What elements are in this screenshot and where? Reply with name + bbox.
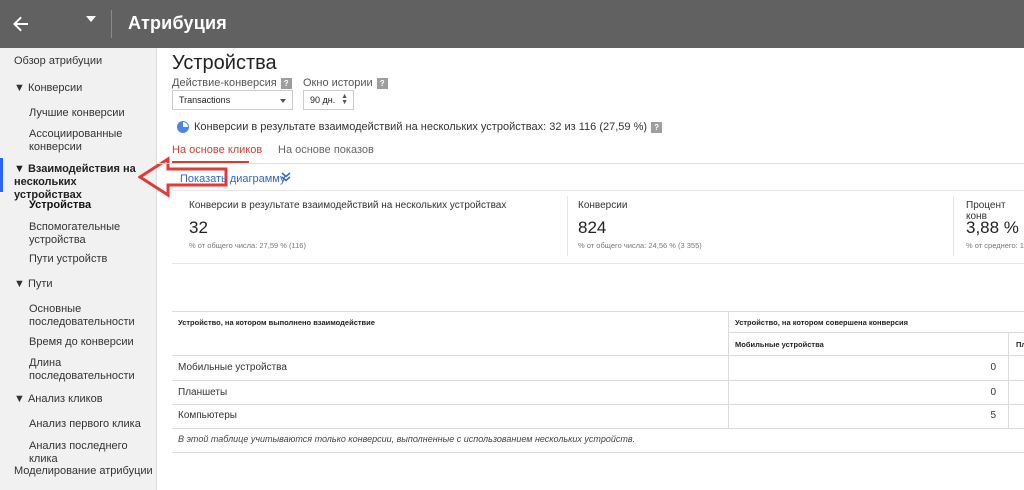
table-header-interaction-device: Устройство, на котором выполнено взаимод… <box>178 318 375 327</box>
arrow-left-icon[interactable] <box>10 13 32 35</box>
table-rule <box>172 428 1024 429</box>
conversion-action-label: Действие-конверсия? <box>172 77 292 89</box>
sidebar-item-top-paths[interactable]: Основные последовательности <box>29 303 151 329</box>
topbar-divider <box>111 10 112 38</box>
sidebar-item-path-length[interactable]: Длина последовательности <box>29 357 151 383</box>
tab-impressions[interactable]: На основе показов <box>278 144 374 156</box>
table-cell-value: 5 <box>990 410 996 421</box>
lookback-window-label: Окно истории? <box>303 77 388 89</box>
chevron-down-icon <box>280 99 286 103</box>
sidebar-item-overview[interactable]: Обзор атрибуции <box>14 55 102 68</box>
sidebar-item-first-click[interactable]: Анализ первого клика <box>29 418 151 431</box>
sidebar-item-assisted-conversions[interactable]: Ассоциированные конверсии <box>29 128 151 154</box>
table-rule <box>172 380 1024 381</box>
sidebar-item-devices[interactable]: Устройства <box>29 199 151 212</box>
sidebar-item-time-lag[interactable]: Время до конверсии <box>29 336 151 349</box>
metric-label: Конверсии в результате взаимодействий на… <box>189 200 507 211</box>
tab-clicks[interactable]: На основе кликов <box>172 144 262 156</box>
sidebar-item-top-conversions[interactable]: Лучшие конверсии <box>29 107 151 120</box>
show-chart-link[interactable]: Показать диаграмму <box>180 173 286 185</box>
metric-subtext: % от общего числа: 24,56 % (3 355) <box>578 241 702 250</box>
sidebar-item-device-paths[interactable]: Пути устройств <box>29 253 151 266</box>
table-row-label: Планшеты <box>178 387 228 398</box>
table-subheader-mobile: Мобильные устройства <box>735 340 824 349</box>
conversion-action-select[interactable]: Transactions <box>172 90 293 110</box>
sidebar-group-paths[interactable]: ▼ Пути <box>14 278 53 291</box>
sidebar-item-last-click[interactable]: Анализ последнего клика <box>29 440 151 466</box>
lookback-window-select[interactable]: 90 дн. ▲ ▼ <box>303 90 354 110</box>
sidebar-group-cross-device[interactable]: ▼ Взаимодействия на нескольких устройств… <box>14 163 144 202</box>
table-rule <box>728 332 1024 333</box>
sidebar-item-modeling[interactable]: Моделирование атрибуции <box>14 465 153 478</box>
sidebar-active-indicator <box>0 158 3 192</box>
metric-value: 32 <box>189 218 208 237</box>
up-down-icon: ▲ ▼ <box>341 93 348 106</box>
metric-value: 824 <box>578 218 607 237</box>
table-bottom-rule <box>172 452 1024 453</box>
help-icon[interactable]: ? <box>376 77 388 89</box>
table-cell-value: 0 <box>990 362 996 373</box>
table-row-label: Мобильные устройства <box>178 362 287 373</box>
table-row-label: Компьютеры <box>178 410 237 421</box>
help-icon[interactable]: ? <box>651 121 663 133</box>
sidebar-group-conversions[interactable]: ▼ Конверсии <box>14 82 82 95</box>
table-subheader-truncated: Пл <box>1016 340 1024 349</box>
table-column-divider <box>728 311 729 429</box>
page-title: Устройства <box>172 52 277 74</box>
help-icon[interactable]: ? <box>280 77 292 89</box>
metric-subtext: % от общего числа: 27,59 % (116) <box>189 241 306 250</box>
double-chevron-down-icon[interactable] <box>281 172 291 185</box>
metric-value: 3,88 % <box>966 218 1019 237</box>
table-rule <box>172 404 1024 405</box>
tab-divider <box>157 163 1024 164</box>
metric-divider <box>953 196 954 256</box>
metrics-top-rule <box>172 190 1024 191</box>
table-rule <box>172 355 1024 356</box>
app-title: Атрибуция <box>128 13 227 33</box>
table-header-conversion-device: Устройство, на котором совершена конверс… <box>735 318 909 327</box>
pie-chart-icon <box>177 121 189 134</box>
table-cell-value: 0 <box>990 387 996 398</box>
top-bar: Атрибуция <box>0 0 1024 48</box>
table-footnote: В этой таблице учитываются только конвер… <box>178 434 636 444</box>
metric-subtext: % от среднего: 1 <box>966 241 1024 250</box>
sidebar-item-assisting-devices[interactable]: Вспомогательные устройства <box>29 221 151 247</box>
metrics-bottom-rule <box>172 263 1024 264</box>
sidebar-group-clicks[interactable]: ▼ Анализ кликов <box>14 393 103 406</box>
sidebar: Обзор атрибуции ▼ Конверсии Лучшие конве… <box>0 48 157 490</box>
account-dropdown-caret-icon[interactable] <box>86 16 96 22</box>
cross-device-summary: Конверсии в результате взаимодействий на… <box>177 121 663 134</box>
metric-divider <box>567 196 568 256</box>
metric-label: Конверсии <box>578 200 628 211</box>
table-rule <box>172 311 1024 312</box>
